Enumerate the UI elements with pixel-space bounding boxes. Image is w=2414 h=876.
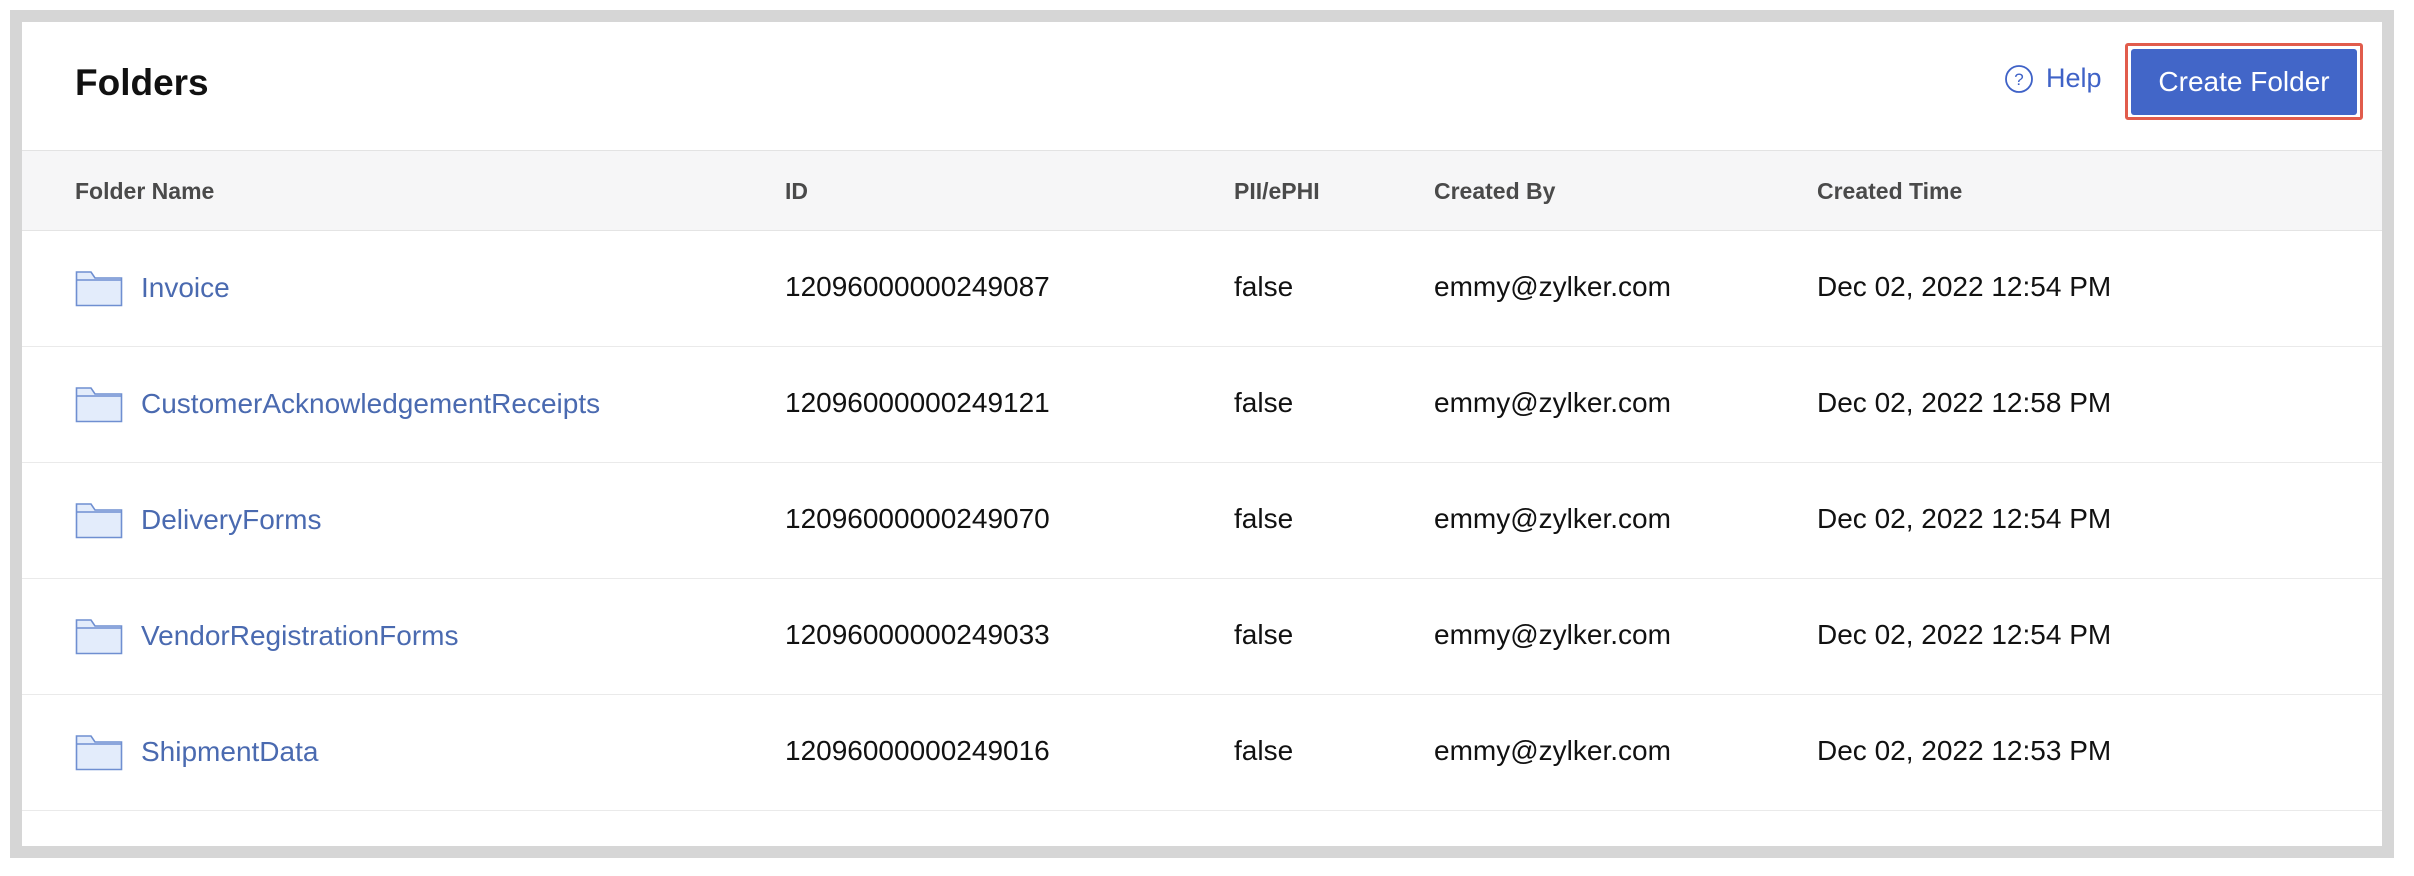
column-header-created-by[interactable]: Created By [1434, 178, 1555, 205]
screenshot-frame: Folders ? Help Create Folder Folder Name… [10, 10, 2394, 858]
folder-created-time: Dec 02, 2022 12:53 PM [1817, 735, 2112, 766]
folder-created-time: Dec 02, 2022 12:54 PM [1817, 503, 2112, 534]
folder-pii: false [1234, 503, 1294, 534]
create-folder-button[interactable]: Create Folder [2131, 48, 2357, 115]
folder-pii: false [1234, 735, 1294, 766]
help-link[interactable]: ? Help [2004, 63, 2102, 94]
folder-created-time: Dec 02, 2022 12:58 PM [1817, 387, 2112, 418]
folder-name-link[interactable]: Invoice [141, 272, 230, 304]
column-header-pii[interactable]: PII/ePHI [1234, 178, 1320, 205]
folder-name-cell: Invoice [75, 269, 230, 307]
create-folder-highlight: Create Folder [2125, 43, 2363, 120]
folder-pii: false [1234, 387, 1294, 418]
folder-icon [75, 617, 123, 655]
folder-id: 12096000000249087 [785, 271, 1050, 302]
folder-icon [75, 385, 123, 423]
table-body: Invoice 12096000000249087 false emmy@zyl… [22, 231, 2382, 811]
folder-created-time: Dec 02, 2022 12:54 PM [1817, 619, 2112, 650]
folder-name-cell: VendorRegistrationForms [75, 617, 458, 655]
page-header: Folders ? Help Create Folder [22, 22, 2382, 151]
page-title: Folders [75, 62, 209, 103]
folder-id: 12096000000249070 [785, 503, 1050, 534]
folder-name-link[interactable]: CustomerAcknowledgementReceipts [141, 388, 600, 420]
folder-id: 12096000000249033 [785, 619, 1050, 650]
folder-icon [75, 269, 123, 307]
folder-name-link[interactable]: ShipmentData [141, 736, 318, 768]
folder-pii: false [1234, 271, 1294, 302]
folder-name-link[interactable]: VendorRegistrationForms [141, 620, 458, 652]
column-header-id[interactable]: ID [785, 178, 808, 205]
folder-icon [75, 733, 123, 771]
folder-created-by: emmy@zylker.com [1434, 271, 1671, 302]
folder-created-by: emmy@zylker.com [1434, 503, 1671, 534]
folders-panel: Folders ? Help Create Folder Folder Name… [22, 22, 2382, 846]
folder-id: 12096000000249016 [785, 735, 1050, 766]
table-row[interactable]: DeliveryForms 12096000000249070 false em… [22, 463, 2382, 579]
folder-created-by: emmy@zylker.com [1434, 735, 1671, 766]
column-header-created-time[interactable]: Created Time [1817, 178, 1962, 205]
folder-name-cell: CustomerAcknowledgementReceipts [75, 385, 600, 423]
svg-text:?: ? [2014, 70, 2023, 89]
question-circle-icon: ? [2004, 64, 2034, 94]
folder-created-by: emmy@zylker.com [1434, 387, 1671, 418]
help-label: Help [2046, 63, 2102, 93]
table-row[interactable]: CustomerAcknowledgementReceipts 12096000… [22, 347, 2382, 463]
folder-id: 12096000000249121 [785, 387, 1050, 418]
folder-name-cell: DeliveryForms [75, 501, 321, 539]
table-row[interactable]: Invoice 12096000000249087 false emmy@zyl… [22, 231, 2382, 347]
folder-name-link[interactable]: DeliveryForms [141, 504, 321, 536]
folder-created-time: Dec 02, 2022 12:54 PM [1817, 271, 2112, 302]
folder-name-cell: ShipmentData [75, 733, 318, 771]
table-row[interactable]: VendorRegistrationForms 1209600000024903… [22, 579, 2382, 695]
table-row[interactable]: ShipmentData 12096000000249016 false emm… [22, 695, 2382, 811]
folder-icon [75, 501, 123, 539]
table-header: Folder Name ID PII/ePHI Created By Creat… [22, 151, 2382, 231]
folder-pii: false [1234, 619, 1294, 650]
column-header-folder-name[interactable]: Folder Name [75, 178, 214, 205]
folder-created-by: emmy@zylker.com [1434, 619, 1671, 650]
